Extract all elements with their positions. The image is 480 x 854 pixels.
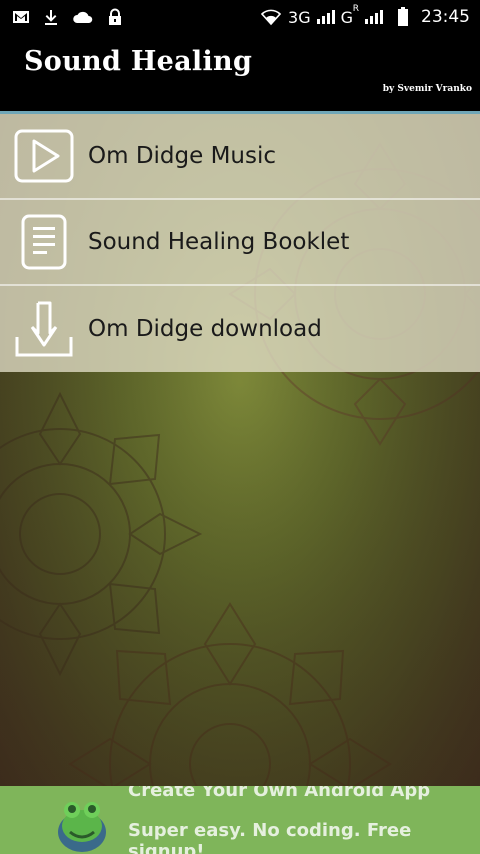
menu-item-sound-healing-booklet[interactable]: Sound Healing Booklet <box>0 200 480 286</box>
network-g-label: GR <box>340 3 359 27</box>
network-3g-label: 3G <box>288 7 311 27</box>
status-bar: 3G GR 23:45 <box>0 0 480 34</box>
cloud-icon <box>73 11 93 23</box>
menu-item-label: Om Didge download <box>88 316 322 342</box>
menu-item-label: Om Didge Music <box>88 143 277 169</box>
battery-icon <box>398 7 408 26</box>
frog-logo-icon <box>58 802 106 852</box>
clock: 23:45 <box>421 7 470 27</box>
main-menu: Om Didge Music Sound Healing Booklet Om … <box>0 114 480 372</box>
play-icon <box>14 126 74 186</box>
document-icon <box>14 212 74 272</box>
wifi-icon <box>260 9 282 26</box>
download-icon <box>45 10 57 25</box>
roaming-label: R <box>352 3 359 14</box>
ad-headline: Create Your Own Android App <box>128 786 431 801</box>
menu-item-om-didge-download[interactable]: Om Didge download <box>0 286 480 372</box>
ad-subline: Super easy. No coding. Free signup! <box>128 820 412 854</box>
signal-icon <box>316 10 335 24</box>
gmail-icon <box>13 11 29 23</box>
app-author: by Svemir Vranko <box>382 84 472 94</box>
ad-banner[interactable]: Create Your Own Android App Super easy. … <box>0 786 480 854</box>
download-tray-icon <box>14 299 74 359</box>
menu-item-label: Sound Healing Booklet <box>88 229 350 255</box>
signal-icon-2 <box>365 10 383 24</box>
app-title: Sound Healing <box>24 46 253 77</box>
app-bar: Sound Healing by Svemir Vranko <box>0 34 480 112</box>
menu-item-om-didge-music[interactable]: Om Didge Music <box>0 114 480 200</box>
lock-icon <box>109 8 121 25</box>
